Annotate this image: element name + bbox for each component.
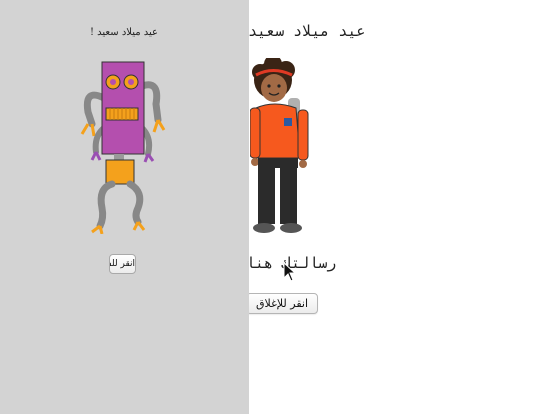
close-card-button[interactable]: انقر للإغلاق [246,293,318,314]
card-cover-page: عيد ميلاد سعيد ! انقر للفتح [0,0,249,414]
cover-greeting-title: عيد ميلاد سعيد ! [89,27,159,38]
arrow-cursor-icon [283,262,297,282]
open-card-button[interactable]: انقر للفتح [109,254,136,274]
child-illustration [250,58,309,233]
birthday-message-text: رسالتك هنا [246,254,337,272]
robot-illustration [80,61,166,234]
inside-greeting-title: عيد ميلاد سعيد [248,22,366,40]
